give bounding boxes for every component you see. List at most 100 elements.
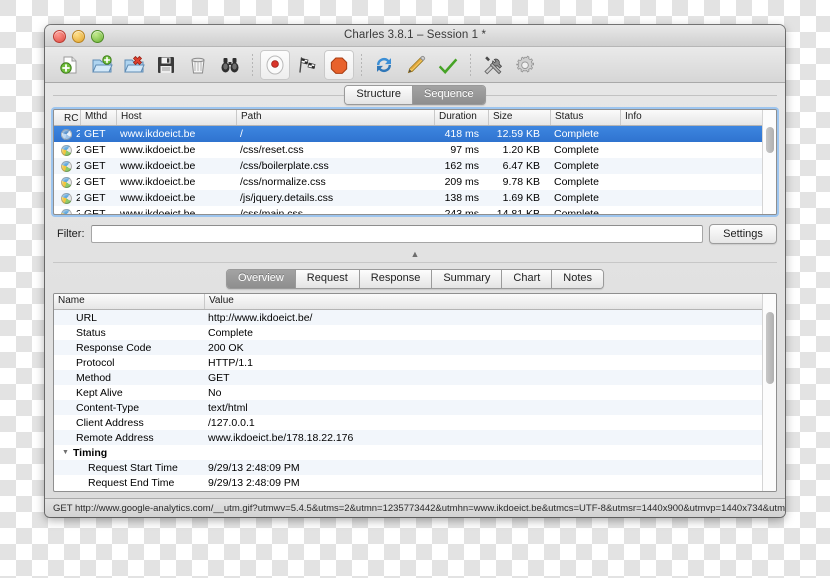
settings-gear-icon[interactable] xyxy=(510,50,540,80)
filter-label: Filter: xyxy=(57,228,85,240)
sequence-table: RC Mthd Host Path Duration Size Status I… xyxy=(54,110,762,214)
list-item[interactable]: Request Start Time 9/29/13 2:48:09 PM xyxy=(54,460,762,475)
row-method: GET xyxy=(84,160,106,172)
detail-name: Client Address xyxy=(76,416,144,429)
row-method: GET xyxy=(84,144,106,156)
throttle-icon[interactable] xyxy=(292,50,322,80)
detail-name: Method xyxy=(76,371,112,384)
repeat-icon[interactable] xyxy=(369,50,399,80)
breakpoints-icon[interactable] xyxy=(324,49,354,80)
detail-name: URL xyxy=(76,311,98,324)
column-header-host[interactable]: Host xyxy=(116,110,236,125)
table-row[interactable]: 200 GET www.ikdoeict.be /css/boilerplate… xyxy=(54,158,762,174)
toolbar-separator xyxy=(470,53,471,76)
row-method: GET xyxy=(84,128,106,140)
list-item[interactable]: Method GET xyxy=(54,370,762,385)
sequence-vertical-scrollbar[interactable] xyxy=(762,110,776,214)
column-header-name[interactable]: Name xyxy=(54,294,204,309)
list-item[interactable]: Remote Address www.ikdoeict.be/178.18.22… xyxy=(54,430,762,445)
detail-name: Content-Type xyxy=(76,401,140,414)
status-bar-text: GET http://www.google-analytics.com/__ut… xyxy=(53,502,785,514)
list-item-group[interactable]: ▼ Timing xyxy=(54,445,762,460)
column-header-path[interactable]: Path xyxy=(236,110,434,125)
list-item[interactable]: Request End Time 9/29/13 2:48:09 PM xyxy=(54,475,762,490)
detail-value: 9/29/13 2:48:09 PM xyxy=(208,461,300,474)
tab-overview[interactable]: Overview xyxy=(226,270,295,288)
tab-request[interactable]: Request xyxy=(294,270,359,288)
validate-icon[interactable] xyxy=(433,50,463,80)
open-session-icon[interactable] xyxy=(87,50,117,80)
tab-response[interactable]: Response xyxy=(358,270,432,288)
detail-value: Complete xyxy=(208,326,253,339)
row-path: /css/main.css xyxy=(240,208,304,214)
overview-table-header: Name Value xyxy=(54,294,762,310)
column-header-duration[interactable]: Duration xyxy=(434,110,488,125)
save-session-icon[interactable] xyxy=(151,50,181,80)
minimize-button[interactable] xyxy=(72,30,85,43)
tab-sequence[interactable]: Sequence xyxy=(412,86,485,104)
detail-value: /127.0.0.1 xyxy=(208,416,255,429)
row-duration: 209 ms xyxy=(444,176,479,188)
tab-structure[interactable]: Structure xyxy=(345,86,413,104)
detail-value: HTTP/1.1 xyxy=(208,356,253,369)
disclosure-triangle-icon[interactable]: ▼ xyxy=(62,449,69,456)
scrollbar-thumb[interactable] xyxy=(766,312,774,384)
list-item[interactable]: URL http://www.ikdoeict.be/ xyxy=(54,310,762,325)
column-header-rc[interactable]: RC xyxy=(54,110,80,125)
column-header-size[interactable]: Size xyxy=(488,110,550,125)
row-duration: 138 ms xyxy=(444,192,479,204)
tab-notes[interactable]: Notes xyxy=(551,270,604,288)
tab-summary[interactable]: Summary xyxy=(431,270,502,288)
row-status: Complete xyxy=(554,128,599,140)
detail-value: GET xyxy=(208,371,230,384)
table-row[interactable]: 200 GET www.ikdoeict.be / 418 ms 12.59 K… xyxy=(54,126,762,142)
tab-chart[interactable]: Chart xyxy=(501,270,552,288)
overview-vertical-scrollbar[interactable] xyxy=(762,294,776,491)
detail-name: Request End Time xyxy=(88,476,175,489)
close-session-icon[interactable] xyxy=(119,50,149,80)
filter-settings-button[interactable]: Settings xyxy=(709,224,777,244)
table-row[interactable]: 200 GET www.ikdoeict.be /js/jquery.detai… xyxy=(54,190,762,206)
detail-value: 200 OK xyxy=(208,341,244,354)
window-content: Structure Sequence RC Mthd Host Path Dur… xyxy=(45,83,785,498)
column-header-mthd[interactable]: Mthd xyxy=(80,110,116,125)
toolbar-separator xyxy=(252,53,253,76)
find-icon[interactable] xyxy=(215,50,245,80)
new-session-icon[interactable] xyxy=(55,50,85,80)
column-header-info[interactable]: Info xyxy=(620,110,762,125)
row-size: 9.78 KB xyxy=(502,176,540,188)
zoom-button[interactable] xyxy=(91,30,104,43)
close-button[interactable] xyxy=(53,30,66,43)
list-item[interactable]: Status Complete xyxy=(54,325,762,340)
table-row[interactable]: 200 GET www.ikdoeict.be /css/reset.css 9… xyxy=(54,142,762,158)
column-header-value[interactable]: Value xyxy=(204,294,762,309)
compose-icon[interactable] xyxy=(401,50,431,80)
clear-session-icon[interactable] xyxy=(183,50,213,80)
panel-splitter[interactable]: ▲ xyxy=(53,247,777,267)
list-item[interactable]: Kept Alive No xyxy=(54,385,762,400)
main-toolbar xyxy=(45,47,785,83)
detail-tabs: Overview Request Response Summary Chart … xyxy=(53,267,777,291)
list-item[interactable]: Response Code 200 OK xyxy=(54,340,762,355)
collapse-chevron-icon[interactable]: ▲ xyxy=(402,250,428,259)
table-row[interactable]: 200 GET www.ikdoeict.be /css/normalize.c… xyxy=(54,174,762,190)
filter-input[interactable] xyxy=(90,225,703,243)
row-status: Complete xyxy=(554,208,599,214)
row-method: GET xyxy=(84,208,106,214)
row-host: www.ikdoeict.be xyxy=(120,128,196,140)
table-row[interactable]: 200 GET www.ikdoeict.be /css/main.css 24… xyxy=(54,206,762,214)
list-item[interactable]: Client Address /127.0.0.1 xyxy=(54,415,762,430)
row-size: 14.81 KB xyxy=(496,208,540,214)
scrollbar-thumb[interactable] xyxy=(766,127,774,153)
row-host: www.ikdoeict.be xyxy=(120,208,196,214)
rc-globe-icon xyxy=(61,160,72,172)
list-item[interactable]: Protocol HTTP/1.1 xyxy=(54,355,762,370)
detail-name: Response Code xyxy=(76,341,152,354)
column-header-status[interactable]: Status xyxy=(550,110,620,125)
charles-window: Charles 3.8.1 – Session 1 * Structure Se… xyxy=(45,25,785,517)
row-duration: 418 ms xyxy=(444,128,479,140)
list-item[interactable]: Content-Type text/html xyxy=(54,400,762,415)
record-icon[interactable] xyxy=(260,49,290,80)
row-host: www.ikdoeict.be xyxy=(120,176,196,188)
tools-icon[interactable] xyxy=(478,50,508,80)
